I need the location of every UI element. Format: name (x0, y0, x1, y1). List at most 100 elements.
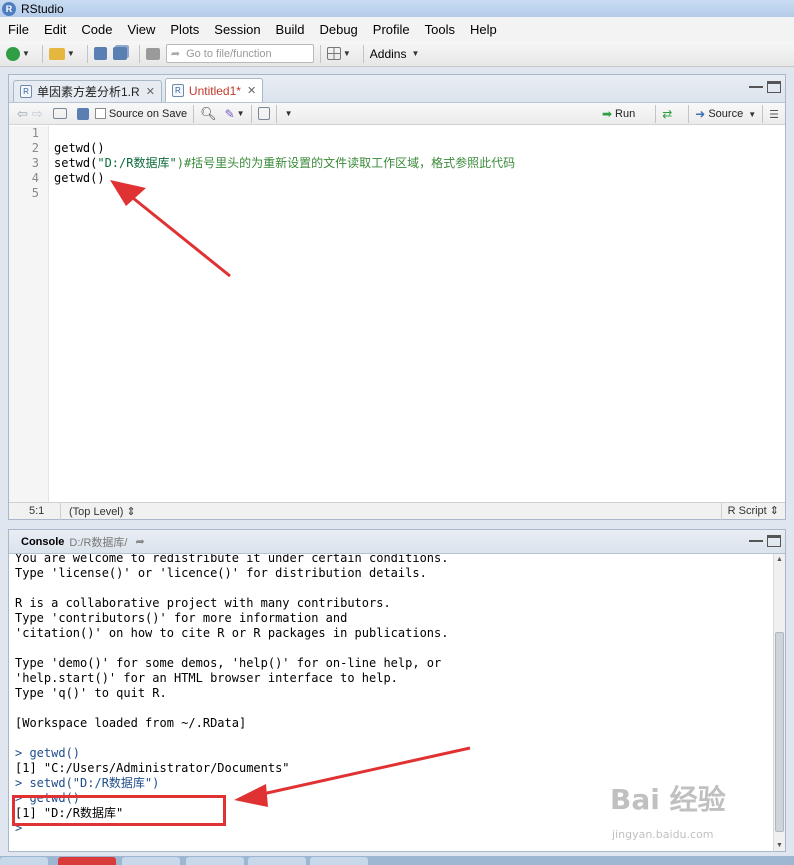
minimize-icon[interactable] (749, 81, 763, 88)
save-icon[interactable] (76, 107, 89, 120)
rerun-icon[interactable]: ⇄ (662, 107, 672, 121)
taskbar-start-button[interactable] (0, 857, 48, 865)
search-icon[interactable]: 🔍︎ (200, 106, 217, 122)
console-text: [Workspace loaded from ~/.RData] (15, 716, 247, 730)
menu-plots[interactable]: Plots (170, 22, 199, 37)
tab-label: 单因素方差分析1.R (37, 85, 140, 99)
toolbar-divider (138, 44, 140, 63)
menu-view[interactable]: View (127, 22, 155, 37)
toolbar-divider (362, 44, 364, 63)
console-line: You are welcome to redistribute it under… (15, 554, 448, 566)
menu-tools[interactable]: Tools (425, 22, 455, 37)
open-project-button[interactable]: ▼ (48, 44, 75, 64)
code-text: getwd() (54, 141, 105, 155)
toolbar-divider (86, 44, 88, 63)
line-number: 3 (31, 156, 39, 170)
pane-layout-button[interactable]: ▼ (326, 44, 351, 64)
source-on-save-checkbox[interactable] (94, 108, 106, 119)
taskbar-app-button[interactable] (186, 857, 244, 865)
chevron-down-icon: ▼ (411, 49, 420, 58)
toolbar-divider (250, 104, 252, 123)
close-icon[interactable]: ✕ (247, 84, 256, 97)
console-line: Type 'q()' to quit R. (15, 686, 167, 701)
new-file-button[interactable]: ▼ (6, 44, 30, 64)
addins-button[interactable]: Addins ▼ (370, 44, 420, 64)
os-taskbar (0, 856, 794, 865)
toolbar-divider (275, 104, 277, 123)
editor-tab-bar: R 单因素方差分析1.R ✕ R Untitled1* ✕ (9, 75, 785, 103)
code-comment: )#括号里头的为重新设置的文件读取工作区域，格式参照此代码 (176, 156, 516, 170)
menu-debug[interactable]: Debug (319, 22, 357, 37)
save-button[interactable] (93, 44, 107, 64)
menu-profile[interactable]: Profile (373, 22, 410, 37)
print-button[interactable] (145, 44, 160, 64)
code-line: getwd() (54, 171, 105, 186)
menu-bar: File Edit Code View Plots Session Build … (0, 17, 794, 41)
console-working-dir: D:/R数据库/ (69, 536, 128, 549)
back-arrow-icon[interactable]: ⇦ (17, 106, 28, 122)
code-editor[interactable]: 1 2 3 4 5 getwd() setwd("D:/R数据库")#括号里头的… (9, 126, 785, 503)
source-label: Source (708, 108, 744, 120)
taskbar-app-button[interactable] (58, 857, 116, 865)
code-string: "D:/R数据库" (97, 156, 177, 170)
goto-placeholder: Go to file/function (186, 47, 272, 60)
run-button[interactable]: ➡ Run (602, 107, 635, 121)
line-number: 5 (31, 186, 39, 200)
editor-toolbar-right: ➡ Run ⇄ ➜ Source ▼ ☰ (602, 105, 779, 123)
maximize-icon[interactable] (767, 81, 781, 93)
show-in-window-icon[interactable] (52, 108, 67, 119)
console-line: Type 'license()' or 'licence()' for dist… (15, 566, 427, 581)
taskbar-app-button[interactable] (122, 857, 180, 865)
taskbar-app-button[interactable] (248, 857, 306, 865)
console-line: R is a collaborative project with many c… (15, 596, 391, 611)
console-line: 'help.start()' for an HTML browser inter… (15, 671, 398, 686)
compile-report-icon[interactable] (257, 107, 270, 120)
source-button[interactable]: ➜ Source ▼ (695, 107, 756, 121)
toolbar-divider (688, 105, 690, 123)
code-line: getwd() (54, 141, 105, 156)
goto-directory-icon[interactable]: ➦ (135, 535, 144, 548)
forward-arrow-icon[interactable]: ⇨ (32, 106, 43, 122)
editor-toolbar: ⇦ ⇨ Source on Save 🔍︎ ✎ ▼ ▼ ➡ Run ⇄ ➜ Sou… (9, 103, 785, 125)
line-number: 2 (31, 141, 39, 155)
save-all-button[interactable] (112, 44, 127, 64)
r-file-icon: R (20, 85, 32, 98)
tab-anova-script[interactable]: R 单因素方差分析1.R ✕ (13, 80, 162, 102)
close-icon[interactable]: ✕ (146, 85, 155, 98)
menu-build[interactable]: Build (276, 22, 305, 37)
file-type-selector[interactable]: R Script ⇕ (720, 503, 785, 520)
main-toolbar: ▼ ▼ ➦ Go to file/function ▼ Addins ▼ (0, 41, 794, 67)
menu-session[interactable]: Session (214, 22, 260, 37)
annotation-highlight-box (12, 795, 226, 826)
console-text: Type 'contributors()' for more informati… (15, 611, 348, 625)
taskbar-app-button[interactable] (310, 857, 368, 865)
goto-file-function-input[interactable]: ➦ Go to file/function (165, 44, 314, 63)
source-editor-pane: R 单因素方差分析1.R ✕ R Untitled1* ✕ ⇦ ⇨ Source… (8, 74, 786, 520)
magic-wand-icon[interactable]: ✎ (225, 107, 235, 121)
maximize-icon[interactable] (767, 535, 781, 547)
editor-status-bar: 5:1 (Top Level) ⇕ R Script ⇕ (9, 502, 785, 520)
code-text: getwd() (54, 171, 105, 185)
chevron-down-icon[interactable]: ▼ (285, 109, 293, 118)
console-text: Type 'q()' to quit R. (15, 686, 167, 700)
folder-icon (48, 47, 65, 60)
scroll-up-icon[interactable]: ▲ (776, 556, 783, 563)
toolbar-divider (193, 104, 195, 123)
tab-untitled1[interactable]: R Untitled1* ✕ (164, 78, 264, 102)
console-line: Type 'contributors()' for more informati… (15, 611, 347, 626)
console-text: 'help.start()' for an HTML browser inter… (15, 671, 398, 685)
console-scrollbar[interactable]: ▲ ▼ (773, 554, 785, 851)
menu-file[interactable]: File (8, 22, 29, 37)
menu-code[interactable]: Code (81, 22, 112, 37)
scroll-down-icon[interactable]: ▼ (776, 842, 783, 849)
console-text: getwd() (22, 746, 81, 760)
scope-selector[interactable]: (Top Level) ⇕ (61, 505, 136, 518)
minimize-icon[interactable] (749, 535, 763, 542)
menu-edit[interactable]: Edit (44, 22, 66, 37)
toolbar-divider (41, 44, 43, 63)
menu-help[interactable]: Help (470, 22, 497, 37)
scrollbar-thumb[interactable] (775, 632, 784, 832)
chevron-down-icon[interactable]: ▼ (237, 109, 245, 118)
save-icon (93, 47, 107, 60)
outline-icon[interactable]: ☰ (769, 108, 779, 121)
